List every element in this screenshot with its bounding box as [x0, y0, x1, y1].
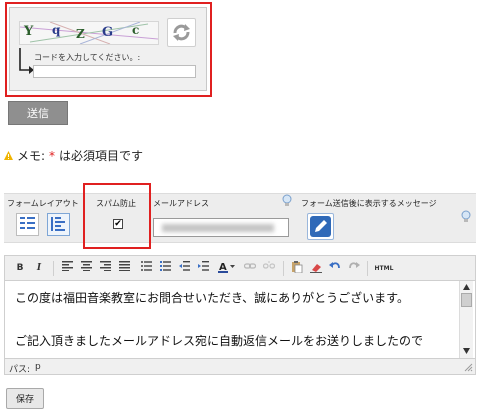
- redo-icon: [349, 262, 360, 269]
- spam-label: スパム防止: [96, 199, 136, 208]
- justify-icon: [118, 261, 130, 271]
- clipboard-icon: [292, 261, 303, 274]
- undo-icon: [329, 262, 340, 269]
- indent-button[interactable]: [196, 261, 210, 276]
- link-button[interactable]: [243, 261, 257, 276]
- captcha-char-4: G: [102, 25, 114, 40]
- captcha-code-input[interactable]: [33, 65, 196, 78]
- memo-text: は必須項目です: [59, 149, 144, 163]
- submit-button[interactable]: 送信: [8, 101, 68, 125]
- layout-stacked-icon: [51, 217, 65, 231]
- indent-icon: [197, 261, 209, 271]
- layout-option-list[interactable]: [16, 213, 39, 236]
- align-right-button[interactable]: [98, 261, 112, 276]
- captcha-char-5: c: [132, 23, 140, 37]
- italic-button[interactable]: I: [32, 261, 46, 276]
- message-hint-lightbulb-icon[interactable]: [461, 210, 471, 224]
- captcha-char-1: Y: [24, 24, 34, 39]
- outdent-icon: [178, 261, 190, 271]
- email-hint-lightbulb-icon[interactable]: [282, 194, 292, 208]
- align-center-button[interactable]: [79, 261, 93, 276]
- editor-scrollbar[interactable]: [459, 281, 473, 358]
- memo-prefix: メモ:: [17, 149, 46, 163]
- align-left-button[interactable]: [60, 261, 74, 276]
- scroll-thumb[interactable]: [461, 293, 472, 307]
- scroll-down-icon[interactable]: [462, 347, 471, 355]
- captcha-refresh-button[interactable]: [167, 18, 196, 47]
- captcha-char-2: q: [52, 23, 61, 37]
- captcha-char-3: Z: [76, 27, 85, 41]
- text-color-button[interactable]: A: [217, 261, 237, 276]
- editor-content[interactable]: この度は福田音楽教室にお問合せいただき、誠にありがとうございます。 ご記入頂きま…: [4, 281, 476, 358]
- link-icon: [243, 263, 257, 269]
- bold-button[interactable]: B: [13, 261, 27, 276]
- pencil-icon: [310, 216, 331, 237]
- save-button[interactable]: 保存: [6, 388, 44, 409]
- editor-toolbar: B I A HTML: [4, 255, 476, 281]
- redo-button[interactable]: [347, 261, 361, 276]
- email-label: メールアドレス: [153, 199, 209, 208]
- bullet-list-button[interactable]: [139, 261, 153, 276]
- path-value: p: [35, 362, 41, 372]
- message-label: フォーム送信後に表示するメッセージ: [301, 199, 437, 208]
- editor-path-bar: パス: p: [4, 358, 476, 375]
- required-memo: メモ: * は必須項目です: [4, 147, 143, 164]
- numbered-list-button[interactable]: [158, 261, 172, 276]
- clear-format-button[interactable]: [309, 261, 323, 276]
- justify-button[interactable]: [117, 261, 131, 276]
- email-blurred-text: [162, 224, 274, 232]
- resize-handle-icon[interactable]: [464, 363, 473, 372]
- text-color-icon: A: [218, 262, 235, 273]
- refresh-icon: [173, 24, 190, 41]
- numbered-list-icon: [159, 261, 171, 271]
- eraser-icon: [310, 264, 322, 273]
- layout-label: フォームレイアウト: [7, 199, 79, 208]
- bullet-list-icon: [140, 261, 152, 271]
- path-label: パス:: [9, 365, 31, 375]
- align-center-icon: [80, 261, 92, 271]
- spam-protection-checkbox[interactable]: ✔: [113, 219, 123, 229]
- content-line-1: この度は福田音楽教室にお問合せいただき、誠にありがとうございます。: [15, 291, 409, 305]
- layout-option-stacked[interactable]: [47, 213, 70, 236]
- scroll-up-icon[interactable]: [462, 283, 471, 291]
- warning-icon: [4, 151, 13, 160]
- captcha-image: Y q Z G c: [19, 21, 159, 45]
- align-left-icon: [61, 261, 73, 271]
- edit-message-button[interactable]: [307, 213, 334, 240]
- undo-button[interactable]: [328, 261, 342, 276]
- unlink-icon: [262, 261, 276, 269]
- unlink-button[interactable]: [262, 261, 276, 276]
- outdent-button[interactable]: [177, 261, 191, 276]
- required-asterisk: *: [49, 148, 56, 163]
- email-address-field[interactable]: [153, 218, 289, 237]
- content-line-3: ご記入頂きましたメールアドレス宛に自動返信メールをお送りしましたので: [15, 334, 424, 348]
- spam-highlight: [83, 183, 151, 249]
- captcha-code-label: コードを入力してください。:: [34, 53, 141, 62]
- layout-list-icon: [20, 217, 35, 229]
- html-source-button[interactable]: HTML: [373, 261, 395, 276]
- paste-button[interactable]: [290, 261, 304, 276]
- align-right-icon: [99, 261, 111, 271]
